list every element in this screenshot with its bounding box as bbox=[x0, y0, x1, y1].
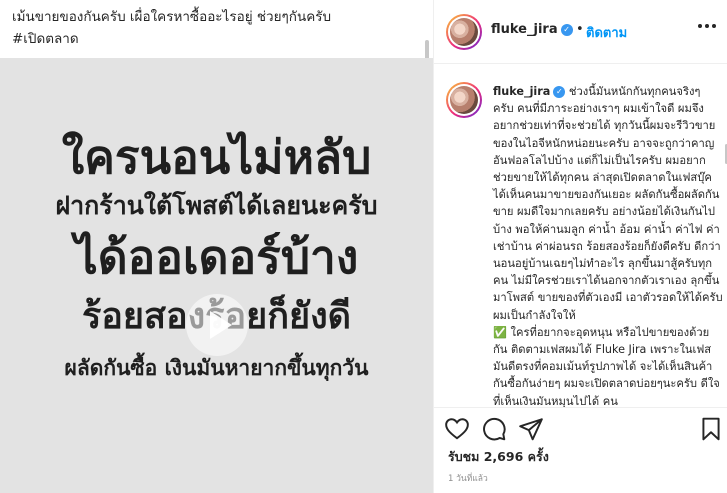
bookmark-icon[interactable] bbox=[698, 416, 724, 442]
comment-text: ช่วงนี้มันหนักกันทุกคนจริงๆ ครับ คนที่มี… bbox=[493, 85, 723, 322]
post-timestamp[interactable]: 1 วันที่แล้ว bbox=[448, 471, 488, 485]
heart-icon[interactable] bbox=[444, 416, 470, 442]
post-hashtag[interactable]: #เปิดตลาด bbox=[12, 28, 412, 50]
media-headline: ใครนอนไม่หลับ bbox=[61, 130, 372, 184]
play-icon[interactable] bbox=[186, 294, 248, 356]
verified-badge-icon: ✓ bbox=[553, 86, 566, 98]
comment-body: fluke_jira ✓ ช่วงนี้มันหนักกันทุกคนจริงๆ … bbox=[493, 83, 723, 407]
media-subline: ฝากร้านใต้โพสต์ได้เลยนะครับ bbox=[55, 191, 378, 220]
verified-badge-icon: ✓ bbox=[560, 23, 573, 36]
post-caption-line: เม้นขายของกันครับ เผื่อใครหาซื้ออะไรอยู่… bbox=[12, 9, 332, 25]
comment-text-2: ใครที่อยากจะอุดหนุน หรือไปขายของด้วยกัน … bbox=[493, 325, 720, 407]
header-separator: • bbox=[576, 22, 584, 37]
check-emoji-icon: ✅ bbox=[493, 325, 507, 339]
more-options-icon[interactable] bbox=[698, 24, 716, 30]
comment-username[interactable]: fluke_jira bbox=[493, 85, 550, 98]
post-caption: เม้นขายของกันครับ เผื่อใครหาซื้ออะไรอยู่… bbox=[12, 6, 412, 50]
avatar[interactable] bbox=[446, 82, 482, 118]
post-details-panel: fluke_jira ✓ • ติดตาม fluke_jira ✓ ช่วงนี้… bbox=[433, 0, 727, 493]
post-header: fluke_jira ✓ • ติดตาม bbox=[434, 0, 727, 64]
action-bar: รับชม 2,696 ครั้ง 1 วันที่แล้ว bbox=[434, 407, 727, 493]
media-headline-2: ได้ออเดอร์บ้าง bbox=[74, 230, 359, 284]
username-text[interactable]: fluke_jira bbox=[491, 22, 558, 37]
comment-icon[interactable] bbox=[481, 416, 507, 442]
caption-comment: fluke_jira ✓ ช่วงนี้มันหนักกันทุกคนจริงๆ … bbox=[434, 64, 727, 407]
avatar[interactable] bbox=[446, 14, 482, 50]
view-count[interactable]: รับชม 2,696 ครั้ง bbox=[448, 447, 549, 467]
header-username[interactable]: fluke_jira ✓ bbox=[491, 22, 573, 37]
share-icon[interactable] bbox=[518, 416, 544, 442]
follow-button[interactable]: ติดตาม bbox=[586, 22, 627, 43]
video-player[interactable]: ใครนอนไม่หลับ ฝากร้านใต้โพสต์ได้เลยนะครั… bbox=[0, 58, 433, 493]
post-media-panel: เม้นขายของกันครับ เผื่อใครหาซื้ออะไรอยู่… bbox=[0, 0, 433, 493]
